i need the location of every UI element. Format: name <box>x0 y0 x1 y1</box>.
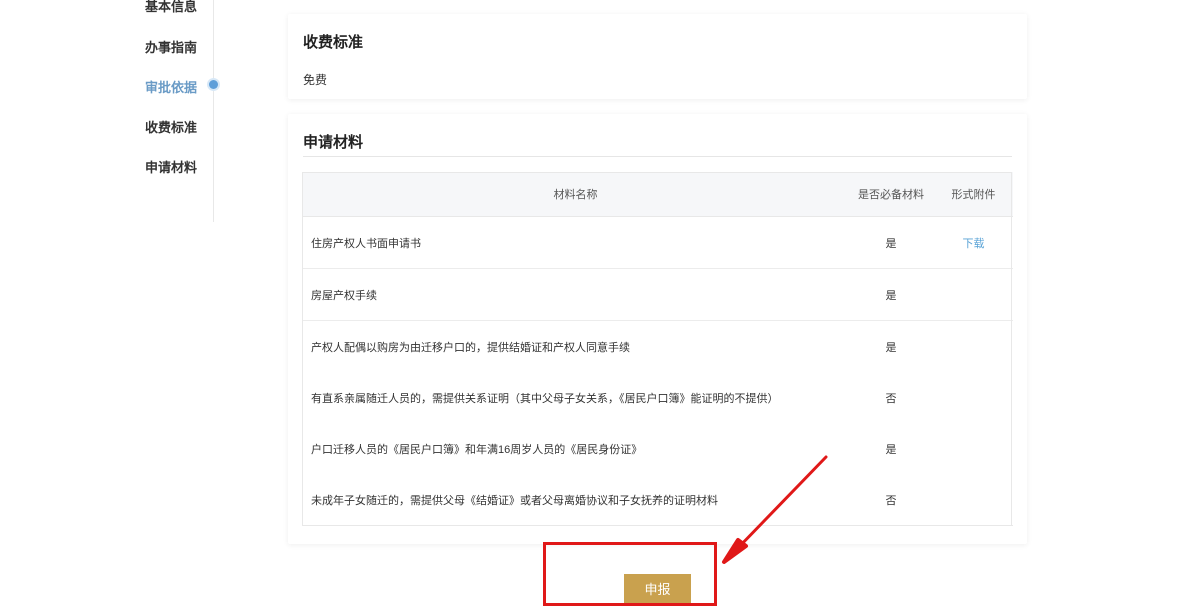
material-name: 房屋产权手续 <box>303 268 848 321</box>
column-header-name: 材料名称 <box>303 172 848 217</box>
table-row: 未成年子女随迁的，需提供父母《结婚证》或者父母离婚协议和子女抚养的证明材料 否 <box>303 474 1013 526</box>
material-name: 住房产权人书面申请书 <box>303 216 848 269</box>
sidebar-item-guide[interactable]: 办事指南 <box>145 37 197 56</box>
materials-divider <box>303 156 1012 157</box>
table-row: 房屋产权手续 是 <box>303 268 1013 321</box>
material-name: 有直系亲属随迁人员的，需提供关系证明（其中父母子女关系，《居民户口簿》能证明的不… <box>311 392 779 405</box>
material-attachment <box>934 268 1013 321</box>
sidebar-item-fee-standard[interactable]: 收费标准 <box>145 117 197 136</box>
sidebar-item-materials[interactable]: 申请材料 <box>145 157 197 176</box>
fee-standard-text: 免费 <box>303 73 328 87</box>
material-attachment <box>934 372 1013 423</box>
table-header-row: 材料名称 是否必备材料 形式附件 <box>303 172 1013 217</box>
material-required: 是 <box>848 268 934 321</box>
side-nav: 基本信息 办事指南 审批依据 收费标准 申请材料 <box>0 0 218 222</box>
active-indicator-dot <box>209 80 218 89</box>
sidebar-item-approval-basis[interactable]: 审批依据 <box>145 77 197 96</box>
materials-table: 材料名称 是否必备材料 形式附件 住房产权人书面申请书 是 下载 房屋产权手续 … <box>303 172 1013 526</box>
table-row: 产权人配偶以购房为由迁移户口的，提供结婚证和产权人同意手续 是 <box>303 321 1013 373</box>
material-required: 否 <box>885 392 897 405</box>
fee-standard-title: 收费标准 <box>303 34 364 51</box>
material-attachment <box>934 321 1013 373</box>
fee-standard-card: 收费标准 免费 <box>288 14 1027 99</box>
sidebar-item-basic-info[interactable]: 基本信息 <box>145 0 197 15</box>
material-required: 是 <box>885 341 897 354</box>
material-required: 否 <box>848 474 934 526</box>
material-required: 是 <box>848 216 934 269</box>
materials-title: 申请材料 <box>303 134 364 151</box>
material-name: 未成年子女随迁的，需提供父母《结婚证》或者父母离婚协议和子女抚养的证明材料 <box>303 474 848 526</box>
column-header-attachment: 形式附件 <box>934 172 1013 217</box>
material-attachment <box>934 474 1013 526</box>
material-name: 户口迁移人员的《居民户口簿》和年满16周岁人员的《居民身份证》 <box>311 443 643 456</box>
side-nav-divider <box>213 0 214 222</box>
column-header-required: 是否必备材料 <box>848 172 934 217</box>
table-row: 住房产权人书面申请书 是 下载 <box>303 216 1013 269</box>
table-row: 户口迁移人员的《居民户口簿》和年满16周岁人员的《居民身份证》 是 <box>303 423 1013 474</box>
material-required: 是 <box>885 443 897 456</box>
material-name: 产权人配偶以购房为由迁移户口的，提供结婚证和产权人同意手续 <box>311 341 630 354</box>
material-attachment <box>934 423 1013 474</box>
download-link[interactable]: 下载 <box>963 238 985 250</box>
submit-button[interactable]: 申报 <box>624 574 691 603</box>
table-row: 有直系亲属随迁人员的，需提供关系证明（其中父母子女关系，《居民户口簿》能证明的不… <box>303 372 1013 423</box>
